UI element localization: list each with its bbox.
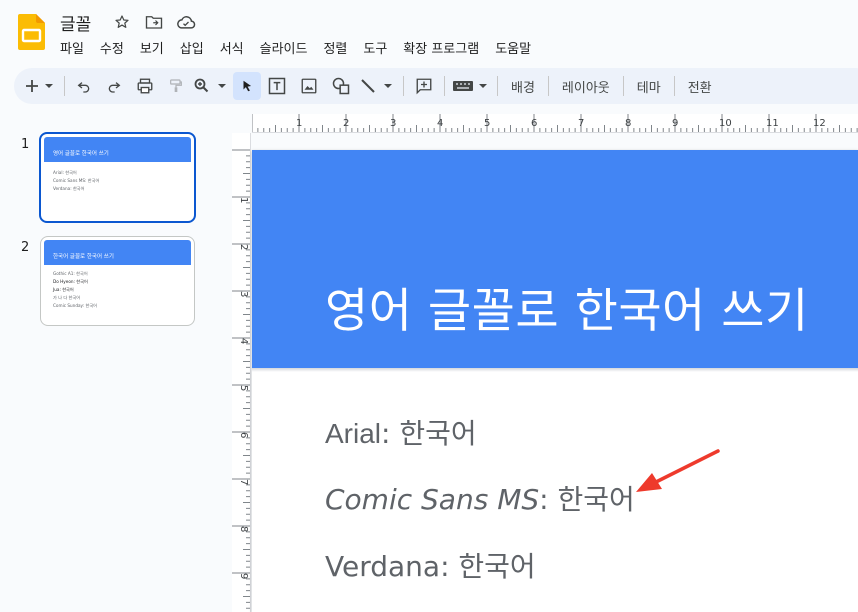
ruler-label: 11 [766,118,779,129]
input-tools-icon[interactable] [449,72,493,100]
image-icon[interactable] [293,72,325,100]
thumbnail-line: 가 나 다 한국어 [53,295,81,300]
toolbar-divider [673,76,675,96]
thumbnail-line: Comic Sans MS: 한국어 [53,178,100,183]
paint-format-icon[interactable] [161,72,191,100]
text-box-icon[interactable] [261,72,293,100]
ruler-label: 6 [238,432,249,438]
move-to-folder-icon[interactable] [144,12,164,32]
undo-icon[interactable] [69,72,99,100]
menu-extensions[interactable]: 확장 프로그램 [395,36,487,60]
body-line-comic-sans[interactable]: Comic Sans MS: 한국어 [325,478,635,518]
toolbar-divider [547,76,549,96]
menu-slide[interactable]: 슬라이드 [252,36,316,60]
line-text: : 한국어 [381,417,477,450]
slide-title[interactable]: 영어 글꼴로 한국어 쓰기 [325,272,809,341]
menu-bar: 파일 수정 보기 삽입 서식 슬라이드 정렬 도구 확장 프로그램 도움말 [52,36,539,60]
thumbnail-line: Verdana: 한국어 [53,186,85,191]
ruler-label: 7 [578,118,584,129]
ruler-label: 3 [390,118,396,129]
layout-button[interactable]: 레이아웃 [553,72,619,100]
menu-edit[interactable]: 수정 [92,36,132,60]
ruler-label: 12 [813,118,826,129]
ruler-label: 1 [238,197,249,203]
title-band-shadow [252,368,858,372]
font-name: Arial [325,418,382,449]
background-button[interactable]: 배경 [502,72,544,100]
toolbar-divider [403,76,404,96]
menu-help[interactable]: 도움말 [487,36,539,60]
zoom-icon[interactable] [191,72,231,100]
ruler-label: 2 [238,244,249,250]
ruler-label: 4 [238,338,249,344]
cloud-status-icon[interactable] [176,12,196,32]
ruler-label: 9 [238,573,249,579]
redo-icon[interactable] [99,72,129,100]
font-name: Comic Sans MS [325,483,540,516]
thumbnail-line: Arial: 한국어 [53,170,77,175]
shape-icon[interactable] [325,72,357,100]
thumbnail-line: Do Hyeon: 한국어 [53,279,88,284]
toolbar-divider [64,76,65,96]
red-arrow-annotation [632,447,722,501]
menu-view[interactable]: 보기 [132,36,172,60]
slide-number: 1 [21,137,30,152]
theme-button[interactable]: 테마 [628,72,670,100]
menu-tools[interactable]: 도구 [355,36,395,60]
thumbnail-line: Gothic A1: 한국어 [53,271,88,276]
toolbar-divider [497,76,498,96]
slide-thumbnail-2[interactable]: 한국어 글꼴로 한국어 쓰기 Gothic A1: 한국어 Do Hyeon: … [40,236,195,326]
slide-canvas[interactable]: 영어 글꼴로 한국어 쓰기 Arial: 한국어 Comic Sans MS: … [252,150,858,612]
ruler-label: 3 [238,291,249,297]
transition-button[interactable]: 전환 [679,72,721,100]
line-icon[interactable] [357,72,399,100]
font-name: Verdana [325,550,441,583]
vertical-ruler[interactable]: 1 2 3 4 5 6 7 8 9 [232,133,251,612]
ruler-label: 5 [238,385,249,391]
menu-format[interactable]: 서식 [212,36,252,60]
body-line-arial[interactable]: Arial: 한국어 [325,412,477,452]
thumbnail-title: 한국어 글꼴로 한국어 쓰기 [53,254,114,260]
star-icon[interactable] [112,12,132,32]
menu-file[interactable]: 파일 [52,36,92,60]
thumbnail-title: 영어 글꼴로 한국어 쓰기 [53,151,109,157]
thumbnail-line: Jua: 한국어 [53,287,74,292]
ruler-label: 7 [238,479,249,485]
slide-number: 2 [21,240,30,255]
ruler-label: 8 [238,526,249,532]
toolbar-divider [622,76,624,96]
line-text: : 한국어 [440,550,536,583]
line-text: : 한국어 [539,483,635,516]
toolbar: 배경 레이아웃 테마 전환 [14,68,858,104]
ruler-label: 1 [296,118,302,129]
menu-arrange[interactable]: 정렬 [315,36,355,60]
slides-logo-icon[interactable] [18,14,45,50]
horizontal-ruler[interactable]: 1 2 3 4 5 6 7 8 9 10 11 12 [252,114,858,133]
toolbar-divider [444,76,445,96]
ruler-label: 8 [625,118,631,129]
body-line-verdana[interactable]: Verdana: 한국어 [325,545,536,585]
ruler-label: 4 [437,118,443,129]
menu-insert[interactable]: 삽입 [172,36,212,60]
slide-thumbnail-1[interactable]: 영어 글꼴로 한국어 쓰기 Arial: 한국어 Comic Sans MS: … [39,132,196,223]
ruler-label: 6 [531,118,537,129]
print-icon[interactable] [129,72,161,100]
ruler-label: 10 [719,118,732,129]
ruler-label: 9 [672,118,678,129]
select-tool-icon[interactable] [233,72,261,100]
ruler-label: 5 [484,118,490,129]
add-comment-icon[interactable] [408,72,440,100]
thumbnail-line: Comic Sunday: 한국어 [53,303,98,308]
doc-title[interactable]: 글꼴 [60,10,91,35]
ruler-label: 2 [343,118,349,129]
new-slide-button[interactable] [20,72,60,100]
